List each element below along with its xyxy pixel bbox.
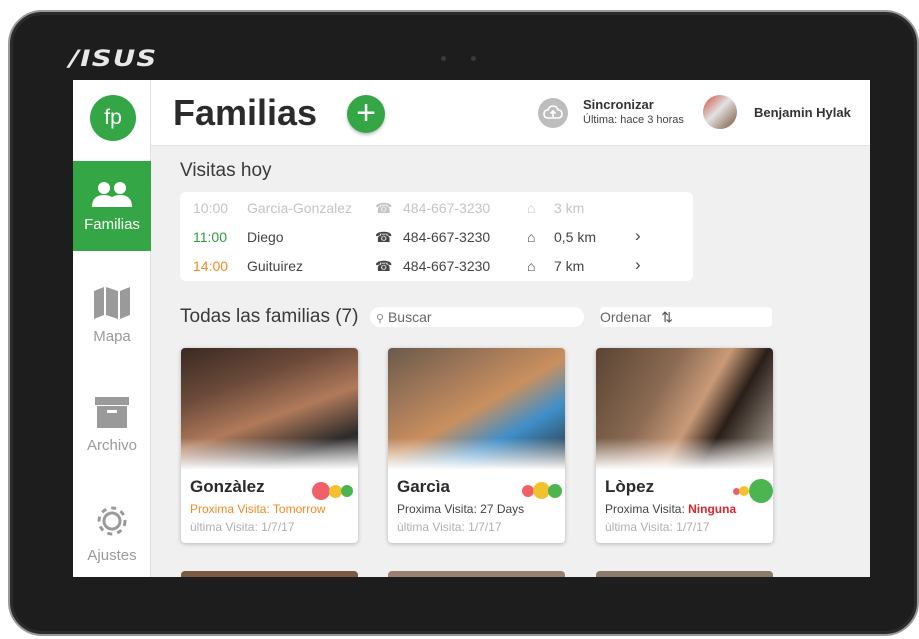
sort-label: Ordenar <box>600 309 652 325</box>
map-icon <box>94 286 130 319</box>
visit-time: 10:00 <box>193 200 229 216</box>
phone-icon: ☎ <box>375 258 393 274</box>
user-name[interactable]: Benjamin Hylak <box>754 105 851 120</box>
sort-dropdown[interactable]: Ordenar ⇅ <box>600 307 772 327</box>
nav-item-familias[interactable]: Familias <box>73 161 151 251</box>
visit-time: 11:00 <box>193 229 227 245</box>
family-name: Gonzàlez <box>190 477 265 496</box>
list-item[interactable]: 10:00 Garcia-Gonzalez ☎ 484-667-3230 ⌂ 3… <box>180 194 693 223</box>
search-placeholder: Buscar <box>387 309 432 325</box>
home-icon: ⌂ <box>527 229 536 245</box>
archive-box-icon <box>95 396 129 428</box>
search-icon: ⚲ <box>376 313 385 325</box>
sync-status: Última: hace 3 horas <box>583 114 684 126</box>
nav-item-archivo[interactable]: Archivo <box>73 379 151 469</box>
family-name: Lòpez <box>605 477 655 496</box>
nav-item-ajustes[interactable]: Ajustes <box>73 488 151 577</box>
list-item[interactable]: 14:00 Guituirez ☎ 484-667-3230 ⌂ 7 km › <box>180 252 693 281</box>
camera-dot <box>471 56 476 61</box>
search-input[interactable]: ⚲ Buscar <box>370 307 584 327</box>
home-icon: ⌂ <box>527 258 536 274</box>
nav-label: Mapa <box>93 327 131 345</box>
sort-icon: ⇅ <box>661 309 673 325</box>
cloud-upload-icon[interactable] <box>538 98 568 128</box>
avatar[interactable] <box>703 95 737 129</box>
next-visit-value: Ninguna <box>688 502 737 516</box>
last-visit: ùltima Visita: 1/7/17 <box>397 520 502 534</box>
next-visit: Proxima Visita: 27 Days <box>397 502 525 516</box>
visit-distance: 0,5 km <box>554 229 597 245</box>
visit-phone: 484-667-3230 <box>403 229 491 245</box>
family-card[interactable]: Gonzàlez Proxima Visita: Tomorrow ùltima… <box>181 348 358 543</box>
family-card-partial[interactable] <box>388 571 565 577</box>
status-dot <box>749 479 773 503</box>
visit-distance: 3 km <box>554 200 585 216</box>
top-bar: Familias + Sincronizar Última: hace 3 ho… <box>151 80 870 146</box>
gear-icon <box>97 506 127 535</box>
brand-logo: /ISUS <box>69 47 158 72</box>
app-screen: fp Familias Mapa Archivo Ajustes Familia… <box>73 80 870 577</box>
page-title: Familias <box>173 92 318 133</box>
status-dot <box>312 482 330 500</box>
nav-item-mapa[interactable]: Mapa <box>73 270 151 360</box>
status-dot <box>739 486 749 496</box>
status-dot <box>548 484 562 498</box>
nav-label: Archivo <box>86 436 138 454</box>
phone-icon: ☎ <box>375 200 393 216</box>
next-visit: Proxima Visita: Ninguna <box>605 502 736 516</box>
family-card-partial[interactable] <box>181 571 358 577</box>
visit-phone: 484-667-3230 <box>403 258 491 274</box>
sync-button[interactable]: Sincronizar <box>583 97 654 112</box>
family-card[interactable]: Lòpez Proxima Visita: Ninguna ùltima Vis… <box>596 348 773 543</box>
nav-label: Ajustes <box>87 546 137 564</box>
camera-dot <box>441 56 446 61</box>
family-card-partial[interactable] <box>596 571 773 577</box>
app-logo: fp <box>90 95 136 141</box>
visit-distance: 7 km <box>554 258 585 274</box>
visits-list: 10:00 Garcia-Gonzalez ☎ 484-667-3230 ⌂ 3… <box>180 192 693 281</box>
family-name: Garcìa <box>397 477 450 496</box>
families-title: Todas las familias (7) <box>180 306 359 327</box>
list-item[interactable]: 11:00 Diego ☎ 484-667-3230 ⌂ 0,5 km › <box>180 223 693 252</box>
visit-name: Diego <box>247 229 284 245</box>
next-visit-label: Proxima Visita: <box>605 502 689 516</box>
family-card[interactable]: Garcìa Proxima Visita: 27 Days ùltima Vi… <box>388 348 565 543</box>
visit-name: Garcia-Gonzalez <box>247 200 353 216</box>
nav-label: Familias <box>84 215 140 233</box>
home-icon: ⌂ <box>527 200 536 216</box>
visit-time: 14:00 <box>193 258 229 274</box>
chevron-right-icon[interactable]: › <box>635 226 641 246</box>
status-dot <box>341 485 353 497</box>
people-icon <box>92 181 132 207</box>
visit-phone: 484-667-3230 <box>403 200 491 216</box>
chevron-right-icon[interactable]: › <box>635 255 641 275</box>
sidebar: fp Familias Mapa Archivo Ajustes <box>73 80 151 577</box>
last-visit: ùltima Visita: 1/7/17 <box>190 520 295 534</box>
next-visit: Proxima Visita: Tomorrow <box>190 502 326 516</box>
add-family-button[interactable]: + <box>347 95 385 133</box>
visit-name: Guituirez <box>247 258 304 274</box>
last-visit: ùltima Visita: 1/7/17 <box>605 520 710 534</box>
phone-icon: ☎ <box>375 229 393 245</box>
visits-title: Visitas hoy <box>180 160 272 181</box>
